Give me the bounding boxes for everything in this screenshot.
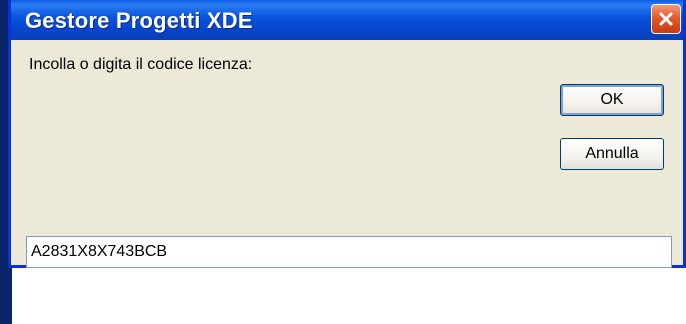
- screen: Gestore Progetti XDE Incolla o digita il…: [0, 0, 686, 324]
- dialog-titlebar[interactable]: Gestore Progetti XDE: [11, 0, 683, 40]
- ok-button[interactable]: OK: [560, 84, 664, 116]
- license-prompt: Incolla o digita il codice licenza:: [29, 56, 253, 73]
- license-dialog: Gestore Progetti XDE Incolla o digita il…: [8, 0, 686, 268]
- close-button[interactable]: [651, 4, 681, 34]
- dialog-title: Gestore Progetti XDE: [25, 8, 253, 33]
- cancel-button[interactable]: Annulla: [560, 138, 664, 170]
- close-icon: [658, 11, 674, 27]
- license-code-input[interactable]: [26, 236, 672, 268]
